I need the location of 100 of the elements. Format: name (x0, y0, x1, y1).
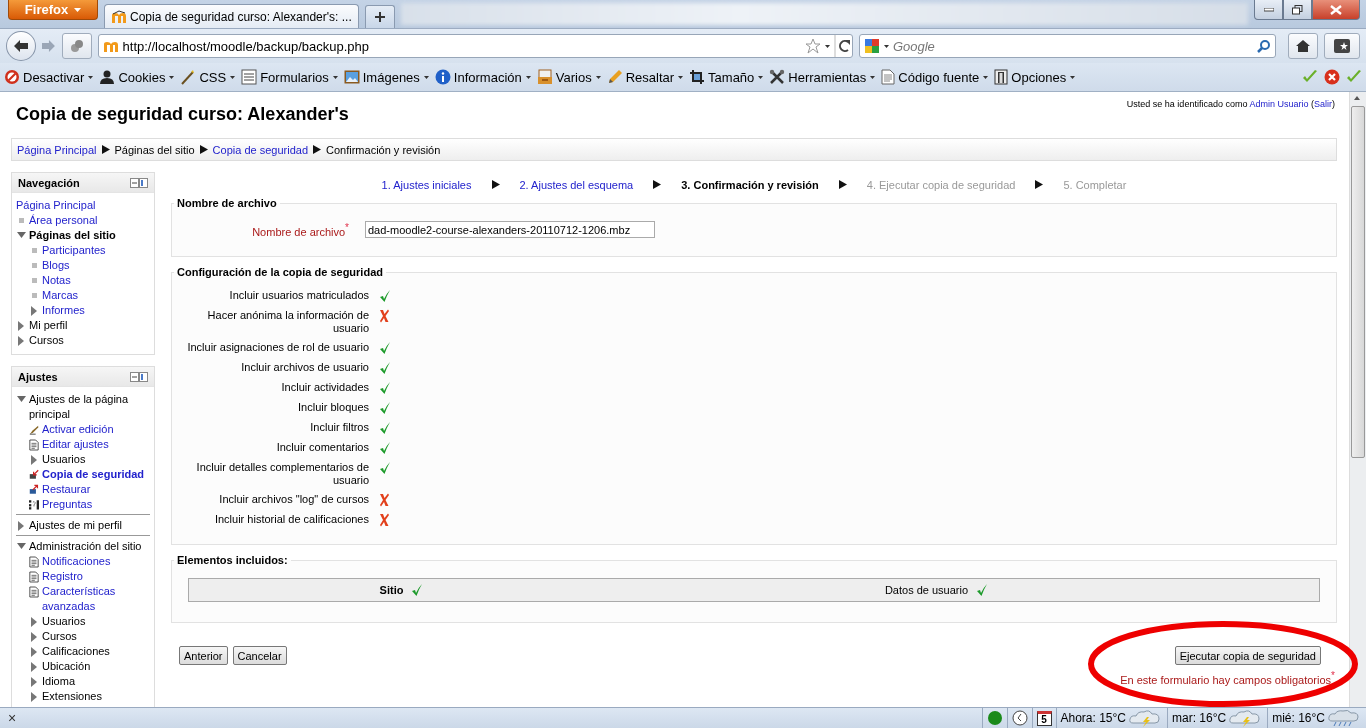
collapsed-arrow-icon[interactable] (30, 646, 38, 657)
section-title: Configuración de la copia de seguridad (176, 266, 384, 278)
toolbar-menu[interactable]: Desactivar (4, 69, 94, 85)
toolbar-menu[interactable]: Imágenes (343, 69, 429, 85)
cancel-button[interactable]: Cancelar (232, 646, 287, 665)
step-label: 4. Ejecutar copia de seguridad (866, 178, 1016, 191)
dock-icon[interactable] (130, 371, 148, 382)
weather-item[interactable]: mar: 16°C (1167, 708, 1268, 728)
search-input[interactable]: Google (892, 38, 1254, 54)
collapsed-arrow-icon[interactable] (30, 691, 38, 702)
collapsed-arrow-icon[interactable] (17, 335, 25, 346)
home-button[interactable] (1288, 33, 1319, 59)
collapsed-arrow-icon[interactable] (30, 305, 38, 316)
collapsed-arrow-icon[interactable] (17, 520, 25, 531)
sidebar-item[interactable]: Cursos (42, 629, 150, 644)
minimize-button[interactable] (1254, 0, 1283, 20)
breadcrumb-link[interactable]: Copia de seguridad (212, 143, 308, 156)
sidebar-link[interactable]: Editar ajustes (42, 437, 150, 452)
sidebar-link[interactable]: Registro (42, 569, 150, 584)
collapsed-arrow-icon[interactable] (30, 616, 38, 627)
weather-item[interactable]: Ahora: 15°C (1055, 708, 1167, 728)
caret-icon (883, 44, 889, 48)
collapsed-arrow-icon[interactable] (30, 631, 38, 642)
sidebar-item[interactable]: Mi perfil (29, 318, 150, 333)
address-bar[interactable]: http://localhost/moodle/backup/backup.php (97, 34, 853, 58)
star-icon[interactable] (804, 38, 821, 54)
collapsed-arrow-icon[interactable] (17, 320, 25, 331)
close-button[interactable] (1312, 0, 1360, 20)
sidebar-link[interactable]: Participantes (42, 243, 150, 258)
collapsed-arrow-icon[interactable] (30, 454, 38, 465)
separator-arrow-icon (1035, 180, 1044, 189)
close-toolbar-button[interactable]: × (0, 710, 25, 726)
sidebar-link[interactable]: Restaurar (42, 482, 150, 497)
clock-icon[interactable] (1011, 710, 1028, 726)
sidebar-item[interactable]: Usuarios (42, 614, 150, 629)
sidebar-link[interactable]: Marcas (42, 288, 150, 303)
sidebar-item[interactable]: Ajustes de mi perfil (29, 518, 150, 533)
sidebar-item[interactable]: Extensiones (42, 689, 150, 704)
browser-tab[interactable]: Copia de seguridad curso: Alexander's: ... (104, 4, 359, 28)
caret-icon (870, 75, 876, 79)
sidebar-item[interactable]: Ubicación (42, 659, 150, 674)
sidebar-link[interactable]: Activar edición (42, 422, 150, 437)
caret-icon (230, 75, 236, 79)
bookmarks-button[interactable] (1324, 33, 1360, 59)
caret-icon (595, 75, 601, 79)
error-icon[interactable] (1324, 69, 1340, 85)
toolbar-menu[interactable]: Información (434, 69, 531, 85)
url-text[interactable]: http://localhost/moodle/backup/backup.php (122, 38, 801, 54)
back-button[interactable] (6, 31, 36, 61)
toolbar-menu[interactable]: CSS (180, 69, 236, 85)
logout-link[interactable]: Salir (1314, 99, 1332, 109)
sidebar-item[interactable]: Cursos (29, 333, 150, 348)
maximize-button[interactable] (1283, 0, 1312, 20)
step-link[interactable]: 2. Ajustes del esquema (519, 178, 634, 191)
toolbar-menu[interactable]: Código fuente (881, 69, 989, 85)
collapsed-arrow-icon[interactable] (30, 676, 38, 687)
weather-item[interactable]: mié: 16°C (1267, 708, 1366, 728)
breadcrumb-link[interactable]: Página Principal (17, 143, 97, 156)
run-backup-button[interactable]: Ejecutar copia de seguridad (1174, 646, 1321, 665)
sidebar-item[interactable]: Páginas del sitio (29, 228, 150, 243)
collapsed-arrow-icon[interactable] (30, 661, 38, 672)
sidebar-item[interactable]: Administración del sitio (29, 539, 150, 554)
sidebar-link[interactable]: Informes (42, 303, 150, 318)
sidebar-link[interactable]: Página Principal (16, 198, 150, 213)
toolbar-menu[interactable]: Varios (536, 69, 601, 85)
sidebar-link[interactable]: Notas (42, 273, 150, 288)
sidebar-item[interactable]: Ajustes de la página principal (29, 392, 150, 422)
toolbar-menu[interactable]: Herramientas (769, 69, 876, 85)
search-icon[interactable] (1257, 39, 1272, 53)
expanded-arrow-icon[interactable] (16, 543, 26, 550)
filename-field[interactable]: dad-moodle2-course-alexanders-20110712-1206.mbz (365, 221, 655, 238)
scrollbar[interactable] (1349, 92, 1366, 707)
rain-cloud-icon (1328, 709, 1362, 727)
expanded-arrow-icon[interactable] (16, 232, 26, 239)
sidebar-item[interactable]: Idioma (42, 674, 150, 689)
sidebar-link[interactable]: Notificaciones (42, 554, 150, 569)
sidebar-item[interactable]: Calificaciones (42, 644, 150, 659)
step-link[interactable]: 1. Ajustes iniciales (381, 178, 472, 191)
toolbar-menu[interactable]: Resaltar (606, 69, 684, 85)
sidebar-link[interactable]: Blogs (42, 258, 150, 273)
toolbar-menu[interactable]: Cookies (99, 69, 175, 85)
reload-icon[interactable] (833, 35, 852, 57)
expanded-arrow-icon[interactable] (16, 396, 26, 403)
search-field[interactable]: Google (858, 34, 1277, 58)
toolbar-menu[interactable]: Tamaño (689, 69, 764, 85)
dock-icon[interactable] (130, 177, 148, 188)
sidebar-link[interactable]: Área personal (29, 213, 150, 228)
status-indicator-icon[interactable] (986, 710, 1003, 726)
sidebar-link[interactable]: Copia de seguridad (42, 467, 150, 482)
toolbar-menu[interactable]: Opciones (994, 69, 1076, 85)
new-tab-button[interactable] (365, 5, 395, 28)
calendar-icon[interactable]: 5 (1036, 710, 1052, 726)
toolbar-menu[interactable]: Formularios (241, 69, 338, 85)
user-link[interactable]: Admin Usuario (1249, 99, 1309, 109)
sidebar-link[interactable]: Preguntas (42, 497, 150, 512)
sidebar-item[interactable]: Usuarios (42, 452, 150, 467)
sidebar-link[interactable]: Características avanzadas (42, 584, 150, 614)
identity-button[interactable] (61, 33, 92, 59)
document-icon (29, 569, 39, 584)
previous-button[interactable]: Anterior (179, 646, 228, 665)
